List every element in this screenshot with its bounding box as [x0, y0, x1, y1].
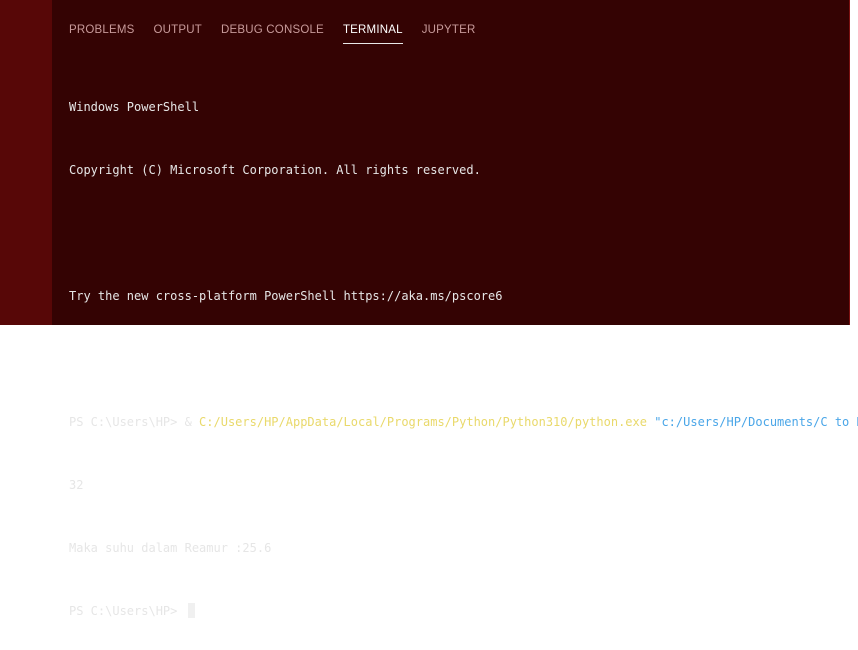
- left-side-strip: [0, 0, 52, 325]
- tab-output[interactable]: OUTPUT: [154, 22, 202, 44]
- tab-debug-console[interactable]: DEBUG CONSOLE: [221, 22, 324, 44]
- terminal-line-header: Windows PowerShell: [69, 100, 200, 114]
- terminal-output[interactable]: Windows PowerShell Copyright (C) Microso…: [69, 55, 858, 650]
- terminal-cursor: [187, 603, 195, 618]
- panel-tabs: PROBLEMS OUTPUT DEBUG CONSOLE TERMINAL J…: [69, 22, 494, 48]
- terminal-prompt: PS C:\Users\HP>: [69, 604, 185, 618]
- terminal-output-result: Maka suhu dalam Reamur :25.6: [69, 541, 272, 555]
- terminal-prompt: PS C:\Users\HP> &: [69, 415, 200, 429]
- vscode-window: PROBLEMS OUTPUT DEBUG CONSOLE TERMINAL J…: [0, 0, 858, 618]
- terminal-command-line: PS C:\Users\HP> & C:/Users/HP/AppData/Lo…: [69, 412, 858, 433]
- script-path-arg: "c:/Users/HP/Documents/C to R.py": [654, 415, 858, 429]
- terminal-current-prompt[interactable]: PS C:\Users\HP>: [69, 601, 844, 622]
- bottom-panel: PROBLEMS OUTPUT DEBUG CONSOLE TERMINAL J…: [52, 0, 858, 618]
- python-exe-path: C:/Users/HP/AppData/Local/Programs/Pytho…: [199, 415, 647, 429]
- tab-terminal[interactable]: TERMINAL: [342, 22, 403, 44]
- terminal-line-copyright: Copyright (C) Microsoft Corporation. All…: [69, 163, 481, 177]
- terminal-line-pscore-hint: Try the new cross-platform PowerShell ht…: [69, 289, 503, 303]
- tab-jupyter[interactable]: JUPYTER: [422, 22, 476, 44]
- tab-problems[interactable]: PROBLEMS: [69, 22, 135, 44]
- terminal-output-input: 32: [69, 478, 84, 492]
